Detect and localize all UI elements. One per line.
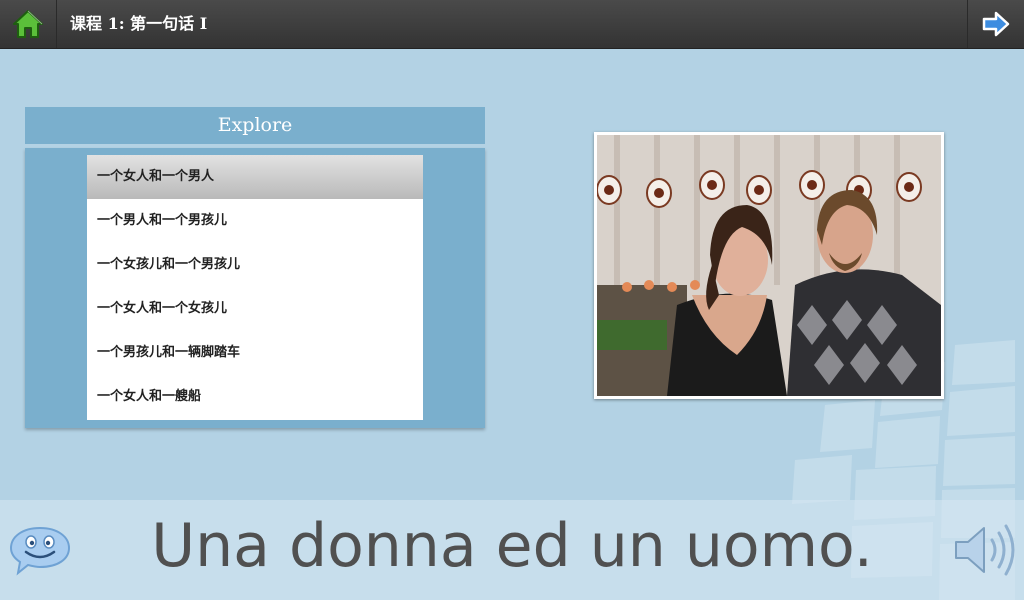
list-item[interactable]: 一个女孩儿和一个男孩儿: [87, 243, 423, 287]
phrase-list: 一个女人和一个男人 一个男人和一个男孩儿 一个女孩儿和一个男孩儿 一个女人和一个…: [87, 155, 423, 420]
list-item[interactable]: 一个女人和一个男人: [87, 155, 423, 199]
list-item[interactable]: 一个男人和一个男孩儿: [87, 199, 423, 243]
explore-header: Explore: [25, 107, 485, 144]
arrow-right-icon: [982, 11, 1010, 37]
next-button[interactable]: [967, 0, 1024, 48]
photo-frame: [594, 132, 944, 399]
list-item[interactable]: 一个女人和一个女孩儿: [87, 287, 423, 331]
top-bar: 课程 1: 第一句话 I: [0, 0, 1024, 49]
chat-button[interactable]: [8, 524, 72, 576]
bottom-bar: Una donna ed un uomo.: [0, 500, 1024, 600]
target-sentence: Una donna ed un uomo.: [151, 511, 873, 581]
page-title: 课程 1: 第一句话 I: [70, 14, 208, 33]
list-item[interactable]: 一个女人和一艘船: [87, 375, 423, 419]
explore-panel: 一个女人和一个男人 一个男人和一个男孩儿 一个女孩儿和一个男孩儿 一个女人和一个…: [25, 148, 485, 428]
home-button[interactable]: [0, 0, 57, 48]
home-icon: [13, 10, 43, 38]
speaker-icon: [955, 524, 1015, 576]
list-item[interactable]: 一个男孩儿和一辆脚踏车: [87, 331, 423, 375]
speaker-button[interactable]: [950, 520, 1018, 580]
photo-woman-and-man: [597, 135, 941, 396]
smiley-chat-icon: [9, 526, 71, 576]
